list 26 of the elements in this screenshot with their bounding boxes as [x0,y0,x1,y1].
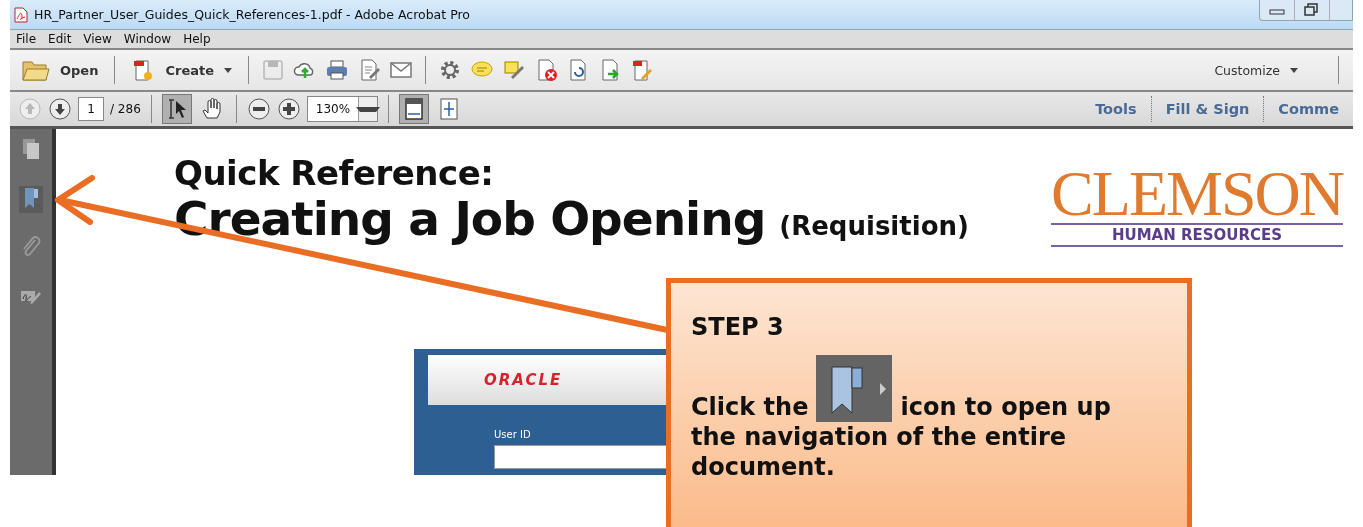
page-number-field[interactable]: 1 [78,97,104,121]
logo-subtitle: HUMAN RESOURCES [1051,223,1343,247]
window-title: HR_Partner_User_Guides_Quick_References-1.pdf - Adobe Acrobat Pro [34,7,470,22]
menu-item[interactable]: Window [117,30,178,48]
instruction-text: icon to open up [900,392,1111,422]
menu-item[interactable]: Edit [42,30,78,48]
menu-item[interactable]: View [77,30,118,48]
instruction-text: the navigation of the entire document. [691,422,1067,482]
menu-item[interactable]: Help [177,30,217,48]
title-note: (Requisition) [779,211,969,241]
panel-tab[interactable]: Comme [1263,96,1353,122]
customize-button[interactable]: Customize [1208,61,1304,79]
screenshot-logo: ORACLE [484,371,563,389]
document-title: Creating a Job Opening [174,193,766,245]
step-label: STEP 3 [691,313,785,341]
panel-tab[interactable]: Tools [1081,96,1151,122]
zoom-dropdown[interactable]: 130% [306,96,379,122]
open-button[interactable]: Open [18,58,103,82]
field-label: User ID [494,429,531,440]
document-kicker: Quick Reference: [174,153,495,193]
logo-wordmark: CLEMSON [1051,165,1343,223]
panel-tab[interactable]: Fill & Sign [1150,96,1264,122]
menu-item[interactable]: File [10,30,43,48]
create-button[interactable]: Create [127,57,236,83]
page-count: / 286 [110,102,141,116]
instruction-text: Click the [691,392,809,422]
